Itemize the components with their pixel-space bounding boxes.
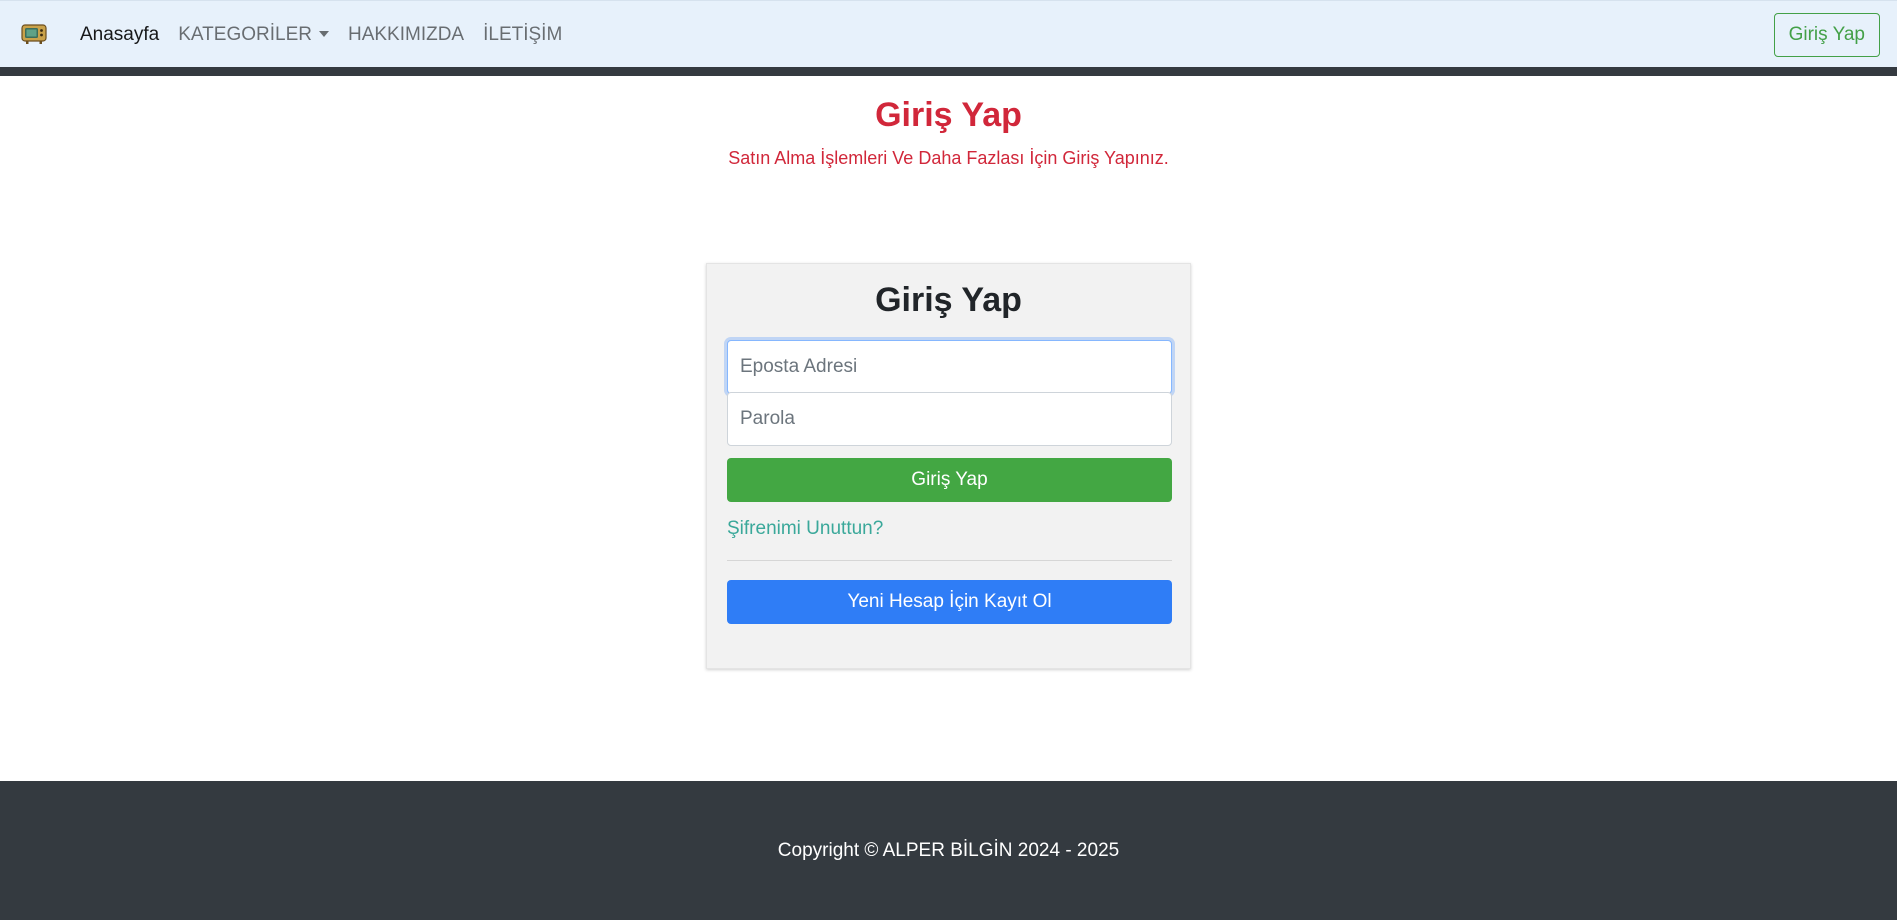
login-card-title: Giriş Yap <box>875 281 1022 319</box>
footer-copyright: Copyright © ALPER BİLGİN 2024 - 2025 <box>777 840 1120 861</box>
nav-link-hakkimizda[interactable]: HAKKIMIZDA <box>348 24 464 46</box>
navbar-login-button[interactable]: Giriş Yap <box>1773 13 1880 57</box>
page-title: Giriş Yap <box>875 96 1022 134</box>
nav-link-kategoriler-label: KATEGORİLER <box>178 23 312 45</box>
nav-link-kategoriler[interactable]: KATEGORİLER <box>178 24 329 46</box>
login-card: Giriş Yap Giriş Yap Şifrenimi Unuttun? Y… <box>706 263 1191 669</box>
chevron-down-icon <box>318 30 329 37</box>
register-button[interactable]: Yeni Hesap İçin Kayıt Ol <box>727 580 1172 624</box>
retro-tv-icon[interactable] <box>21 23 47 45</box>
navbar-divider-strip <box>0 67 1897 76</box>
nav-links: Anasayfa KATEGORİLER HAKKIMIZDA İLETİŞİM <box>80 1 581 68</box>
forgot-password-link[interactable]: Şifrenimi Unuttun? <box>727 518 883 540</box>
page-subtitle: Satın Alma İşlemleri Ve Daha Fazlası İçi… <box>728 148 1169 168</box>
card-divider <box>727 560 1172 561</box>
email-field[interactable] <box>727 340 1172 394</box>
password-field[interactable] <box>727 392 1172 446</box>
login-submit-button[interactable]: Giriş Yap <box>727 458 1172 502</box>
nav-link-iletisim[interactable]: İLETİŞİM <box>483 24 562 46</box>
nav-link-anasayfa[interactable]: Anasayfa <box>80 24 159 46</box>
footer: Copyright © ALPER BİLGİN 2024 - 2025 <box>0 781 1897 920</box>
navbar: Anasayfa KATEGORİLER HAKKIMIZDA İLETİŞİM… <box>0 0 1897 67</box>
